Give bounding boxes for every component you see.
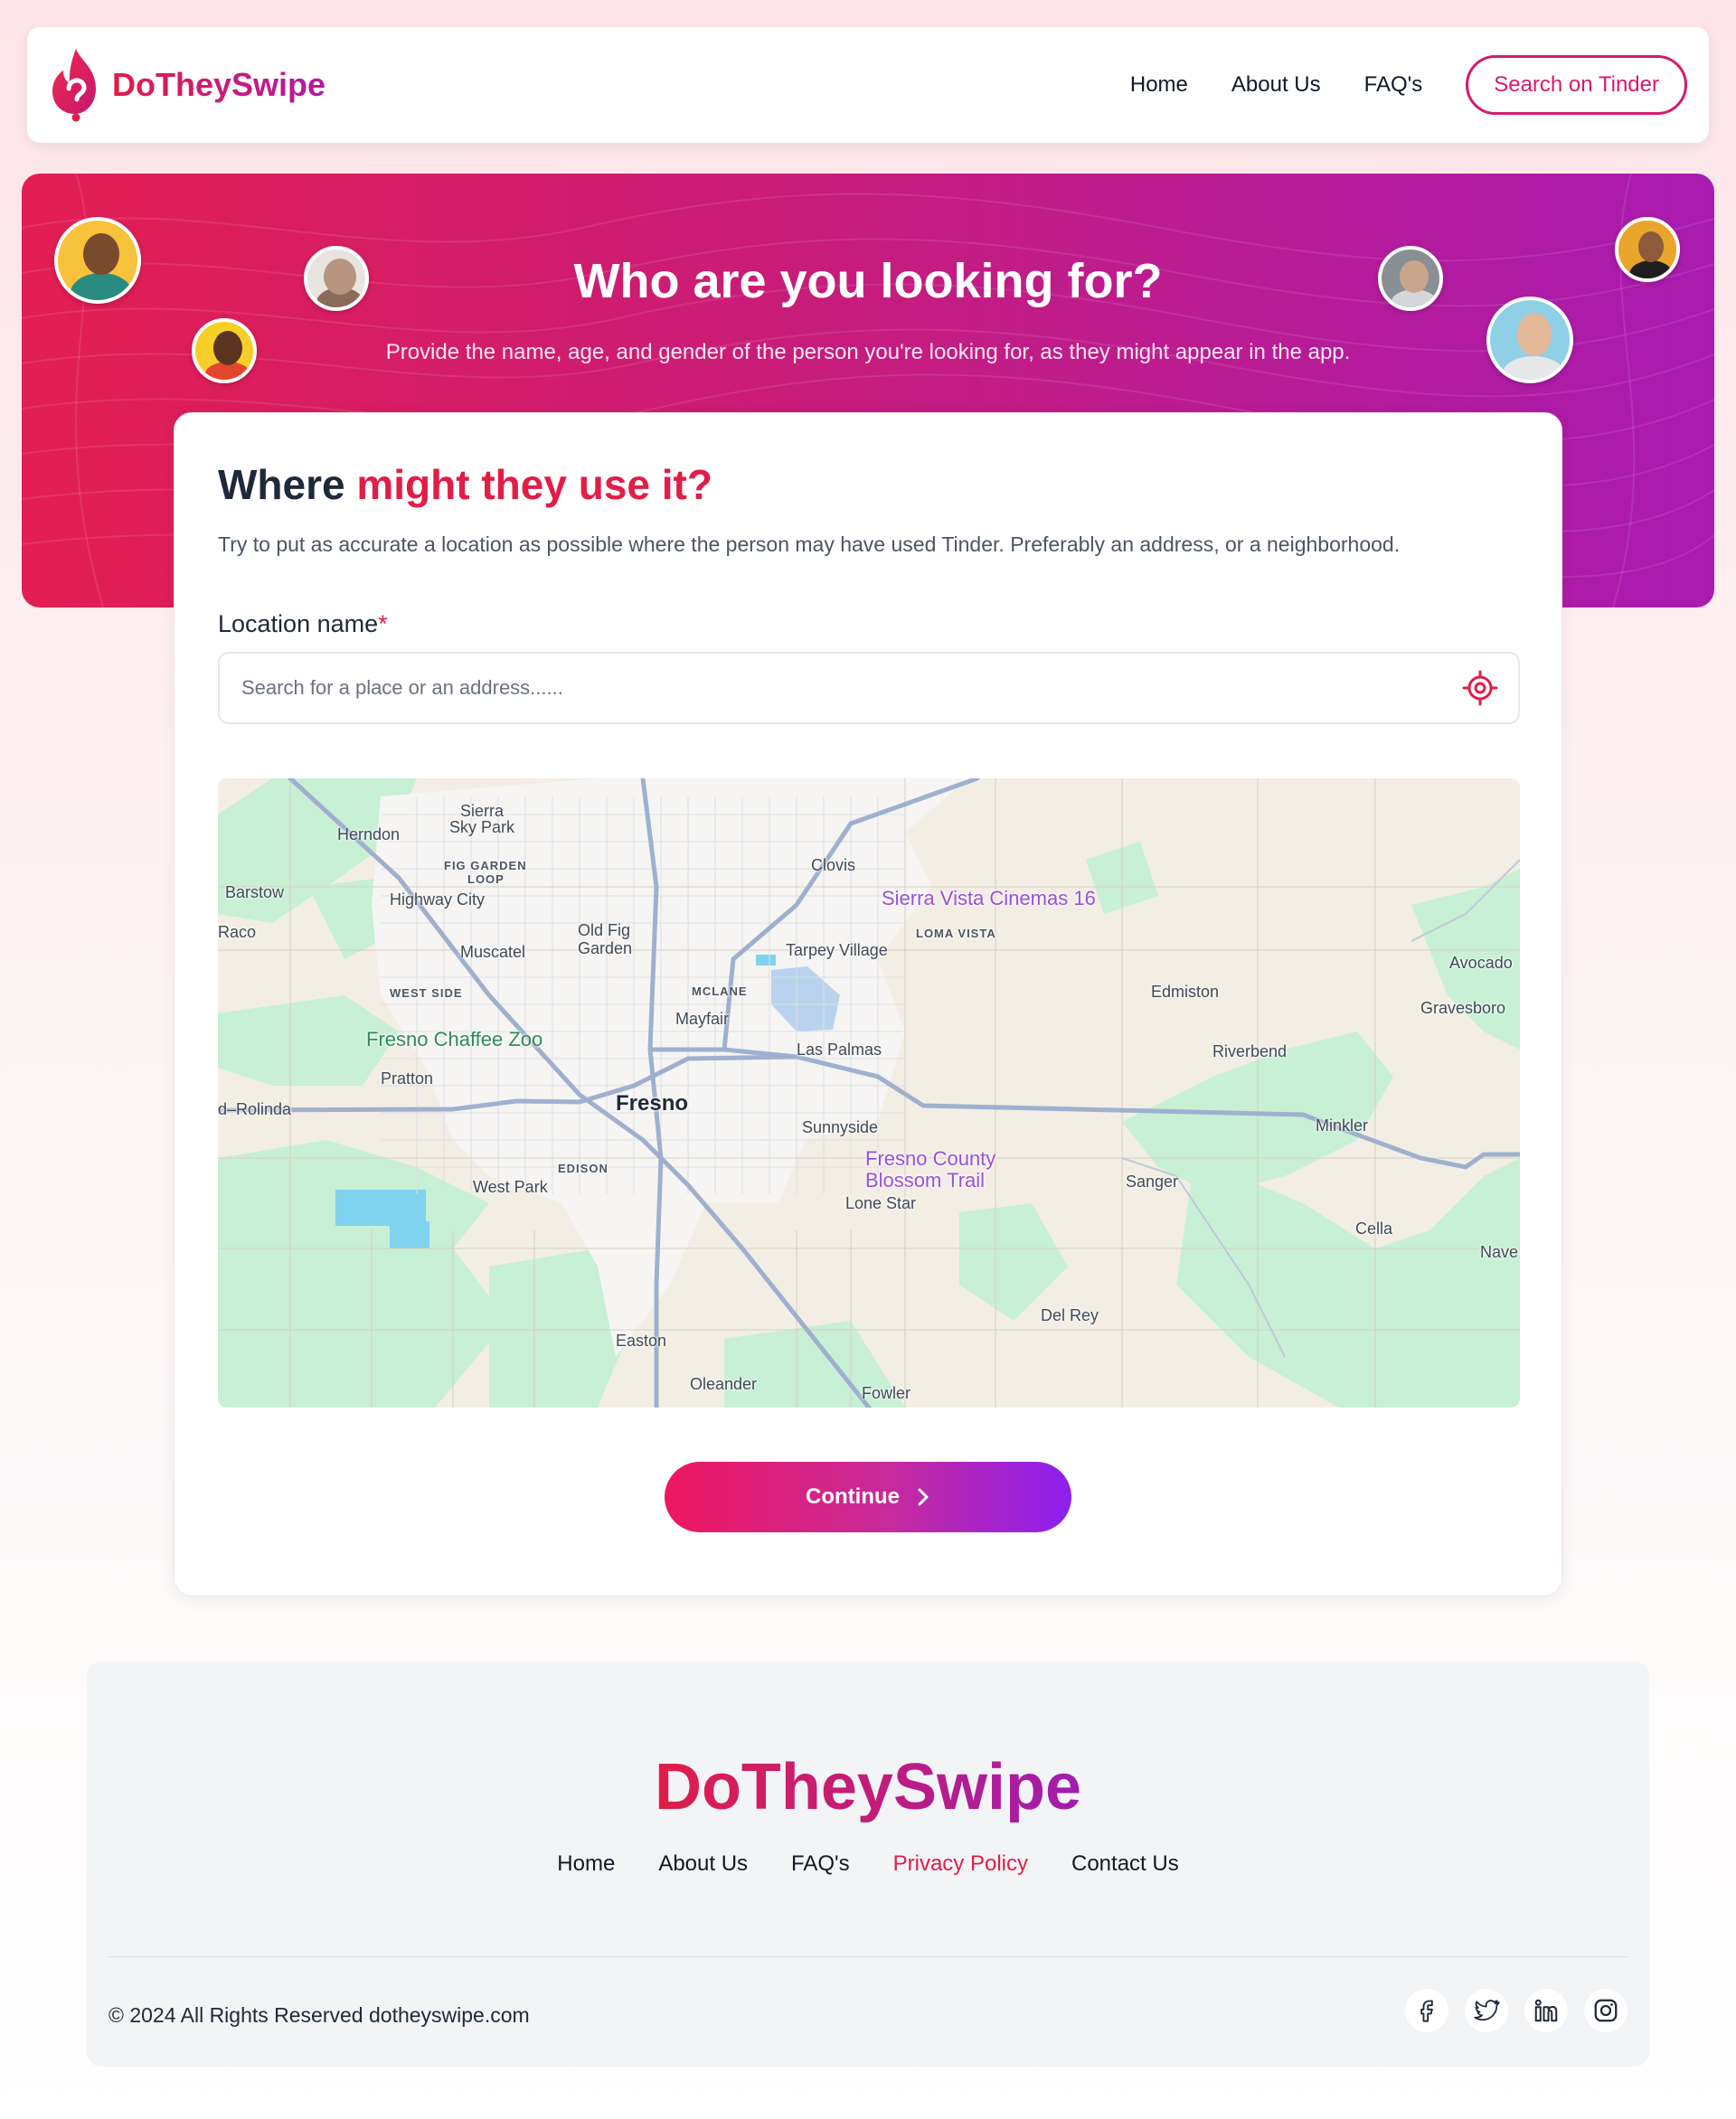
location-label: Location name*	[218, 610, 388, 638]
nav-about-us[interactable]: About Us	[1231, 72, 1321, 98]
footer-link-home[interactable]: Home	[557, 1851, 615, 1877]
map-canvas[interactable]	[218, 778, 1520, 1408]
location-card: Where might they use it? Try to put as a…	[174, 412, 1562, 1596]
chevron-right-icon	[918, 1488, 929, 1506]
map-label-garden: Garden	[578, 939, 633, 957]
map-label-fowler: Fowler	[862, 1384, 911, 1402]
brand[interactable]: DoTheySwipe	[49, 47, 326, 123]
map-label-easton: Easton	[616, 1332, 667, 1350]
map-label-mayfair: Mayfair	[675, 1010, 730, 1028]
footer-link-contact-us[interactable]: Contact Us	[1071, 1851, 1179, 1877]
map-label-raco: Raco	[218, 923, 257, 941]
social-links	[1405, 1989, 1628, 2032]
map-label-sierra-vista-cinemas: Sierra Vista Cinemas 16	[882, 887, 1096, 909]
footer-brand-name: DoTheySwipe	[654, 1751, 1082, 1823]
locate-target-icon[interactable]	[1462, 670, 1498, 706]
map-label-sunnyside: Sunnyside	[802, 1118, 879, 1136]
continue-button[interactable]: Continue	[665, 1462, 1071, 1532]
search-on-tinder-button[interactable]: Search on Tinder	[1466, 55, 1687, 115]
map-label-west-park: West Park	[473, 1178, 548, 1196]
map-label-fresno-chaffee-zoo: Fresno Chaffee Zoo	[366, 1028, 543, 1050]
map-label-avocado: Avocado	[1449, 954, 1513, 972]
map-label-minkler: Minkler	[1316, 1116, 1369, 1135]
instagram-icon[interactable]	[1584, 1989, 1628, 2032]
map-label-fig-garden: FIG GARDEN	[444, 859, 527, 872]
map-label-loma-vista: LOMA VISTA	[916, 927, 996, 940]
footer-divider	[108, 1956, 1628, 1957]
map-label-west-side: WEST SIDE	[390, 986, 463, 1000]
map-label-cella: Cella	[1355, 1220, 1393, 1238]
map-label-highway-city: Highway City	[390, 890, 486, 909]
map-label-old-fig: Old Fig	[578, 921, 631, 939]
card-title: Where might they use it?	[218, 460, 712, 509]
map-label-sky-park: Sky Park	[449, 818, 515, 836]
map-label-del-rey: Del Rey	[1041, 1306, 1099, 1324]
map-label-clovis: Clovis	[811, 856, 856, 874]
map-label-blossom-trail-2: Blossom Trail	[865, 1169, 986, 1191]
location-search-box	[218, 652, 1520, 724]
map-label-gravesboro: Gravesboro	[1420, 999, 1506, 1017]
card-title-part1: Where	[218, 461, 357, 508]
map-label-muscatel: Muscatel	[460, 943, 526, 961]
map-label-rolinda: d–Rolinda	[218, 1100, 292, 1118]
map-label-lone-star: Lone Star	[845, 1194, 917, 1212]
map-label-mclane: MCLANE	[692, 984, 748, 998]
map-label-loop: LOOP	[467, 872, 505, 886]
required-mark: *	[378, 610, 388, 637]
main-nav: Home About Us FAQ's Search on Tinder	[1087, 55, 1687, 115]
nav-faqs[interactable]: FAQ's	[1364, 72, 1423, 98]
flame-logo-icon	[52, 49, 96, 122]
footer: DoTheySwipe Home About Us FAQ's Privacy …	[87, 1662, 1649, 2067]
map-label-riverbend: Riverbend	[1212, 1042, 1288, 1060]
map-label-edison: EDISON	[558, 1162, 609, 1175]
hero-title: Who are you looking for?	[573, 254, 1163, 308]
location-label-text: Location name	[218, 610, 379, 637]
footer-link-about-us[interactable]: About Us	[658, 1851, 748, 1877]
footer-link-faqs[interactable]: FAQ's	[791, 1851, 850, 1877]
card-description: Try to put as accurate a location as pos…	[218, 532, 1401, 556]
facebook-icon[interactable]	[1405, 1989, 1448, 2032]
map-label-tarpey-village: Tarpey Village	[786, 941, 888, 959]
footer-brand[interactable]: DoTheySwipe	[87, 1750, 1649, 1824]
map-label-sanger: Sanger	[1126, 1173, 1179, 1191]
map-label-nave: Nave	[1480, 1243, 1519, 1261]
map-label-edmiston: Edmiston	[1151, 983, 1220, 1001]
linkedin-icon[interactable]	[1524, 1989, 1568, 2032]
hero-subtitle: Provide the name, age, and gender of the…	[385, 340, 1351, 364]
brand-name: DoTheySwipe	[112, 66, 326, 103]
navbar: DoTheySwipe Home About Us FAQ's Search o…	[27, 27, 1709, 143]
map-label-blossom-trail-1: Fresno County	[865, 1147, 996, 1170]
twitter-icon[interactable]	[1465, 1989, 1508, 2032]
nav-home[interactable]: Home	[1130, 72, 1188, 98]
location-search-input[interactable]	[241, 654, 1435, 722]
map-label-barstow: Barstow	[225, 883, 285, 901]
map-label-herndon: Herndon	[337, 825, 401, 843]
copyright-text: © 2024 All Rights Reserved dotheyswipe.c…	[108, 2003, 530, 2027]
footer-link-privacy-policy[interactable]: Privacy Policy	[893, 1851, 1028, 1877]
continue-label: Continue	[806, 1484, 900, 1509]
footer-links: Home About Us FAQ's Privacy Policy Conta…	[87, 1851, 1649, 1877]
map-label-pratton: Pratton	[381, 1069, 434, 1088]
map-label-oleander: Oleander	[690, 1375, 758, 1393]
map-label-las-palmas: Las Palmas	[797, 1041, 882, 1059]
map-label-fresno: Fresno	[616, 1091, 689, 1116]
card-title-accent: might they use it?	[356, 461, 712, 508]
location-map[interactable]: Sierra Sky Park Herndon FIG GARDEN LOOP …	[218, 778, 1520, 1408]
